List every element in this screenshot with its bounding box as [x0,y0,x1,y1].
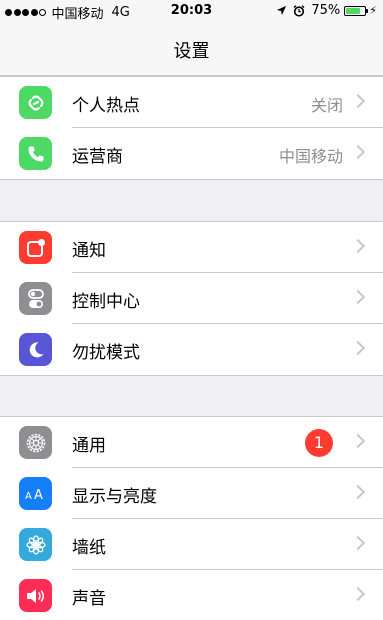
settings-row-wallpaper[interactable]: 墙纸 [0,519,383,570]
battery-icon [344,5,369,16]
row-label: 运营商 [72,147,123,167]
notification-badge: 1 [305,429,333,457]
svg-text:A: A [25,491,32,502]
row-label: 勿扰模式 [72,343,140,363]
svg-text:A: A [34,488,43,502]
settings-row-do-not-disturb[interactable]: 勿扰模式 [0,324,383,375]
row-label: 墙纸 [72,538,106,558]
status-bar: 中国移动 4G 20:03 75% ⚡ [0,0,383,22]
page-title: 设置 [173,41,210,62]
chevron-right-icon [350,289,366,305]
settings-row-carrier[interactable]: 运营商 中国移动 [0,128,383,179]
notifications-icon [19,231,52,264]
control-center-icon [19,282,52,315]
gear-icon [19,426,52,459]
row-label: 通知 [72,241,106,261]
battery-percent: 75% [311,3,341,18]
phone-icon [19,137,52,170]
display-aa-icon: A A [19,477,52,510]
location-arrow-icon [276,5,287,16]
settings-row-personal-hotspot[interactable]: 个人热点 关闭 [0,77,383,128]
settings-row-sounds[interactable]: 声音 [0,570,383,620]
settings-group-network: 个人热点 关闭 运营商 中国移动 [0,76,383,180]
row-label: 个人热点 [72,96,140,116]
alarm-icon [293,4,305,17]
chevron-right-icon [350,484,366,500]
chevron-right-icon [350,535,366,551]
row-value: 关闭 [310,96,343,115]
chevron-right-icon [350,238,366,254]
moon-icon [19,333,52,366]
hotspot-icon [19,86,52,119]
row-label: 通用 [72,436,106,456]
chevron-right-icon [350,340,366,356]
chevron-right-icon [350,433,366,449]
row-label: 声音 [72,589,106,609]
settings-group-general: 通用 1 A A 显示与亮度 墙纸 声音 [0,416,383,620]
navigation-bar: 设置 [0,22,383,76]
settings-row-display-brightness[interactable]: A A 显示与亮度 [0,468,383,519]
settings-row-control-center[interactable]: 控制中心 [0,273,383,324]
row-label: 控制中心 [72,292,140,312]
chevron-right-icon [350,93,366,109]
chevron-right-icon [350,144,366,160]
settings-group-notifications: 通知 控制中心 勿扰模式 [0,221,383,376]
settings-row-general[interactable]: 通用 1 [0,417,383,468]
settings-screen: 中国移动 4G 20:03 75% ⚡ 设置 个人热点 关闭 运营商 中国移动 … [0,0,383,620]
status-right: 75% ⚡ [276,3,377,18]
wallpaper-flower-icon [19,528,52,561]
speaker-icon [19,579,52,612]
row-label: 显示与亮度 [72,487,157,507]
charging-bolt-icon: ⚡ [369,4,377,17]
settings-row-notifications[interactable]: 通知 [0,222,383,273]
chevron-right-icon [350,586,366,602]
row-value: 中国移动 [278,147,343,166]
